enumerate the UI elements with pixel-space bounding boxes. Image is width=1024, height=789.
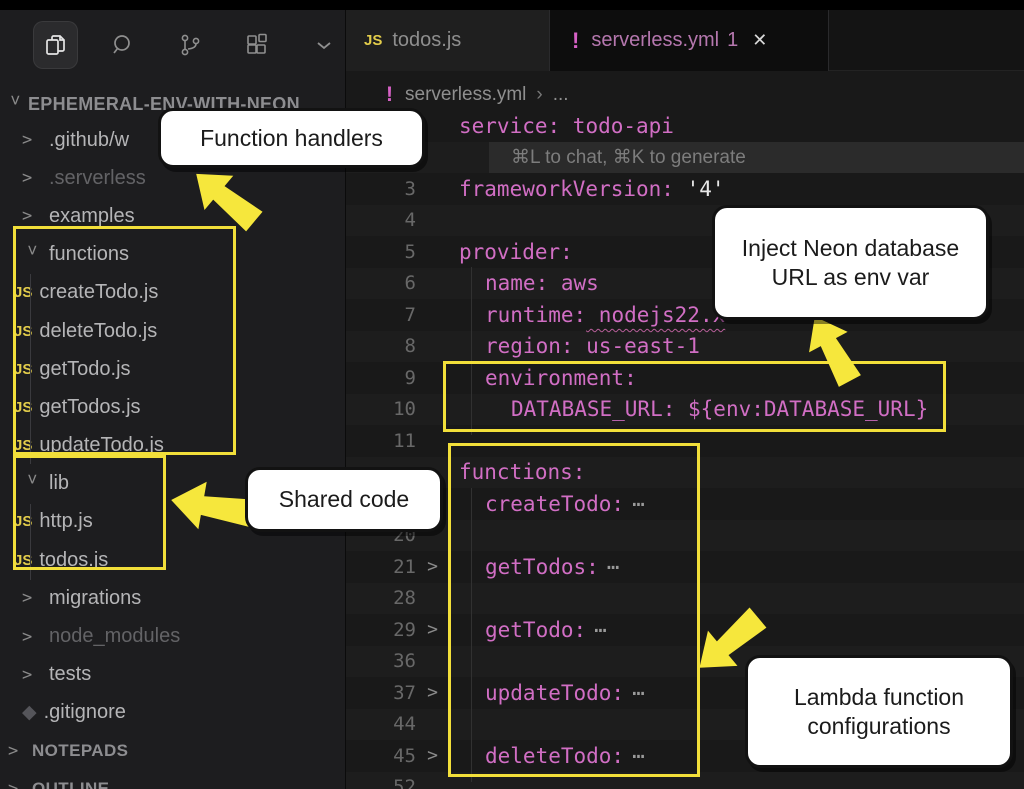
breadcrumb-more: ... — [553, 84, 569, 106]
line-number: 8 — [346, 335, 416, 357]
tab-label: todos.js — [392, 29, 461, 52]
extensions-icon[interactable] — [235, 22, 278, 68]
sidebar-section-notepads[interactable]: >NOTEPADS — [0, 732, 345, 770]
tab-serverless-yml[interactable]: ! serverless.yml 1 ✕ — [549, 10, 829, 71]
line-number: 4 — [346, 209, 416, 231]
tree-item-label: node_modules — [49, 625, 180, 648]
fold-chevron-icon[interactable]: > — [416, 556, 449, 577]
callout-function-handlers: Function handlers — [158, 108, 425, 168]
search-icon[interactable] — [101, 22, 144, 68]
breadcrumb-separator: › — [536, 84, 542, 106]
yaml-key: region: — [485, 334, 574, 358]
code-text: frameworkVersion: '4' — [449, 177, 725, 201]
yaml-key: provider: — [459, 240, 573, 264]
fold-chevron-icon[interactable]: > — [416, 682, 449, 703]
line-number: 6 — [346, 272, 416, 294]
chevron-down-icon: > — [5, 95, 25, 113]
code-text: runtime: nodejs22.x — [475, 303, 725, 327]
ai-hint-row: ⌘L to chat, ⌘K to generate — [346, 142, 1024, 174]
tree-item--gitignore[interactable]: ◆ .gitignore — [0, 694, 345, 732]
line-number: 29 — [346, 619, 416, 641]
tree-item-label: .gitignore — [44, 701, 126, 724]
code-text: service: todo-api — [449, 114, 674, 138]
line-number: 3 — [346, 178, 416, 200]
yaml-value: todo-api — [560, 114, 674, 138]
explorer-icon[interactable] — [34, 22, 77, 68]
breadcrumb-file: serverless.yml — [405, 84, 526, 106]
line-number: 21 — [346, 556, 416, 578]
fold-chevron-icon[interactable]: > — [416, 745, 449, 766]
tab-label: serverless.yml — [591, 29, 719, 52]
line-number: 7 — [346, 304, 416, 326]
tab-problem-badge: 1 — [727, 29, 738, 52]
chevron-right-icon: > — [22, 130, 42, 150]
tree-item-label: OUTLINE — [32, 779, 109, 789]
yaml-key: service: — [459, 114, 560, 138]
line-number: 45 — [346, 745, 416, 767]
highlight-box-functions-config — [448, 443, 700, 777]
cursor-ai-hint: ⌘L to chat, ⌘K to generate — [489, 142, 1024, 174]
line-number: 37 — [346, 682, 416, 704]
js-file-icon: JS — [364, 32, 382, 49]
fold-chevron-icon[interactable]: > — [416, 619, 449, 640]
tree-item-node-modules[interactable]: > node_modules — [0, 617, 345, 655]
line-number: 44 — [346, 713, 416, 735]
yaml-value: nodejs22.x — [586, 303, 725, 327]
sidebar-section-outline[interactable]: > OUTLINE — [0, 770, 345, 789]
tree-item-label: .serverless — [49, 167, 146, 190]
chevron-right-icon: > — [22, 588, 42, 608]
source-control-icon[interactable] — [168, 22, 211, 68]
yaml-key: runtime: — [485, 303, 586, 327]
line-number: 28 — [346, 587, 416, 609]
code-line[interactable]: 3 frameworkVersion: '4' — [346, 173, 1024, 205]
chevron-right-icon: > — [22, 627, 42, 647]
vscode-window: > EPHEMERAL-ENV-WITH-NEON >.github/w>.se… — [0, 0, 1024, 789]
yaml-value: us-east-1 — [574, 334, 700, 358]
tree-item-label: .github/w — [49, 129, 129, 152]
chevron-right-icon: > — [8, 741, 28, 761]
tree-item-tests[interactable]: > tests — [0, 656, 345, 694]
tree-item-label: tests — [49, 663, 91, 686]
highlight-box-lib-folder — [13, 455, 166, 570]
chevron-right-icon: > — [8, 779, 28, 789]
tab-bar: JS todos.js ! serverless.yml 1 ✕ — [346, 10, 1024, 71]
line-number: 10 — [346, 398, 416, 420]
callout-shared-code: Shared code — [245, 467, 443, 532]
yaml-key: name: — [485, 271, 548, 295]
tree-item-label: examples — [49, 205, 135, 228]
line-number: 36 — [346, 650, 416, 672]
tree-item-migrations[interactable]: > migrations — [0, 579, 345, 617]
code-line[interactable]: service: todo-api — [346, 110, 1024, 142]
tree-item-label: migrations — [49, 587, 141, 610]
code-text: region: us-east-1 — [475, 334, 700, 358]
tree-item-label: NOTEPADS — [32, 741, 128, 761]
chevron-right-icon: > — [22, 168, 42, 188]
yaml-file-icon: ! — [386, 83, 393, 107]
yaml-value: aws — [548, 271, 599, 295]
close-icon[interactable]: ✕ — [752, 30, 767, 51]
code-line[interactable]: 8 region: us-east-1 — [346, 331, 1024, 363]
yaml-file-icon: ! — [572, 28, 579, 54]
code-text: name: aws — [475, 271, 599, 295]
callout-inject-neon: Inject Neon database URL as env var — [712, 205, 989, 320]
code-text: provider: — [449, 240, 573, 264]
chevron-down-icon[interactable] — [302, 22, 345, 68]
line-number: 5 — [346, 241, 416, 263]
line-number: 11 — [346, 430, 416, 452]
line-number: 52 — [346, 776, 416, 789]
yaml-key: frameworkVersion: — [459, 177, 674, 201]
line-number: 9 — [346, 367, 416, 389]
activity-bar — [0, 14, 345, 76]
tab-todos-js[interactable]: JS todos.js — [346, 10, 549, 71]
yaml-value: '4' — [674, 177, 725, 201]
callout-lambda-config: Lambda function configurations — [745, 655, 1013, 768]
chevron-right-icon: > — [22, 665, 42, 685]
chevron-right-icon: > — [22, 206, 42, 226]
highlight-box-functions-folder — [13, 226, 236, 455]
gitignore-icon: ◆ — [22, 701, 37, 724]
